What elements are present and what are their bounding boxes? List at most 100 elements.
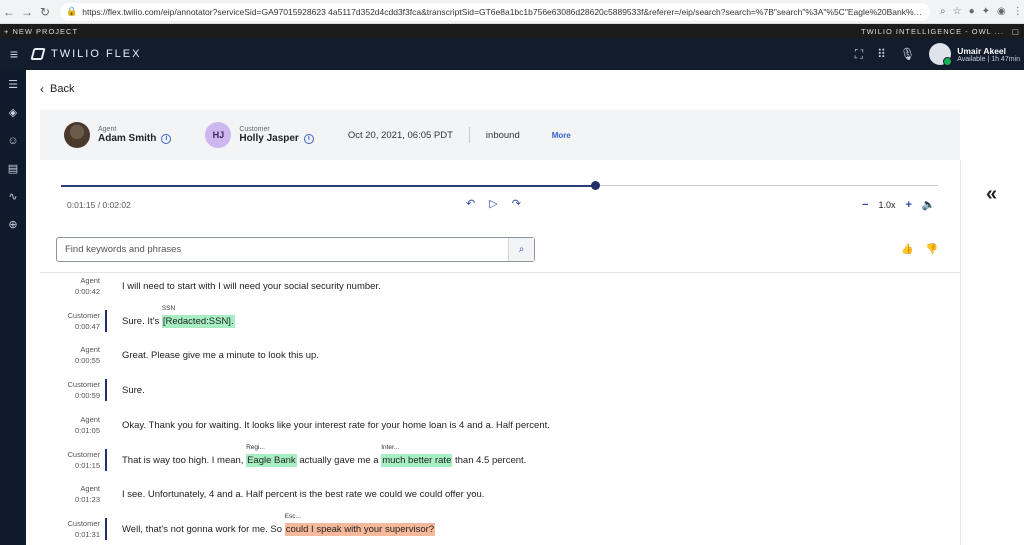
divider (40, 272, 960, 273)
timestamp: 0:00:59 (74, 391, 100, 401)
highlighted-phrase[interactable]: could I speak with your supervisor? Esc..… (284, 513, 436, 536)
transcript-row[interactable]: Customer 0:01:31 Well, that's not gonna wo… (40, 513, 960, 545)
utterance-segment: Sure. It's (122, 315, 162, 327)
speaker-label: Customer 0:01:31 (40, 518, 100, 540)
search-icon[interactable]: ⌕ (940, 6, 946, 17)
puzzle-icon[interactable]: ✦ (982, 6, 990, 17)
utterance-text: Sure. It's [Redacted:SSN]. SSN (122, 305, 235, 328)
intelligence-icon[interactable]: ⊕ (6, 218, 20, 232)
utterance-segment: Well, that's not gonna work for me. So (122, 523, 285, 535)
agent-name: Adam Smith (98, 133, 157, 144)
menu-dots-icon[interactable]: ⋮ (1013, 6, 1023, 17)
search-icon[interactable]: ⌕ (508, 238, 534, 261)
utterance-text: Great. Please give me a minute to look t… (122, 350, 319, 361)
time-readout: 0:01:15 / 0:02:02 (67, 200, 131, 210)
speaker-name: Customer (67, 449, 100, 459)
highlighted-phrase[interactable]: [Redacted:SSN]. SSN (161, 305, 235, 328)
collapse-panel-icon[interactable]: « (986, 183, 997, 206)
thumbs-up-icon[interactable]: 👍 (901, 244, 913, 255)
profile-icon[interactable]: ◉ (997, 6, 1006, 17)
user-status: Available | 1h 47min (957, 55, 1020, 63)
speaker-name: Customer (67, 380, 100, 390)
highlight-tag: SSN (161, 304, 176, 312)
speaker-label: Customer 0:01:15 (40, 449, 100, 471)
utterance-segment: That is way too high. I mean, (122, 454, 247, 466)
more-link[interactable]: More (552, 131, 571, 140)
brand: TWILIO FLEX (30, 48, 142, 60)
stack-icon[interactable]: ◈ (6, 106, 20, 120)
agent-role: Agent (98, 126, 117, 133)
volume-icon[interactable]: 🔈 (922, 198, 936, 211)
transcript-row[interactable]: Customer 0:01:15 That is way too high. I m… (40, 444, 960, 479)
thumbs-down-icon[interactable]: 👎 (925, 244, 937, 255)
speaker-label: Customer 0:00:59 (40, 379, 100, 401)
utterance-text: Okay. Thank you for waiting. It looks li… (122, 420, 550, 431)
rewind-icon[interactable]: ↶ (466, 197, 475, 210)
focus-icon[interactable]: ⛶ (855, 47, 863, 62)
user-menu[interactable]: Umair Akeel Available | 1h 47min (929, 43, 1020, 66)
highlighted-phrase[interactable]: Eagle Bank Regi... (246, 444, 297, 467)
microphone-icon[interactable]: 🎙 (900, 47, 915, 61)
utterance-segment: Sure. (122, 385, 145, 397)
audio-timeline[interactable] (61, 181, 938, 190)
timestamp: 0:01:05 (74, 425, 100, 435)
customer-marker (105, 448, 107, 471)
transcript-row[interactable]: Agent 0:01:05 Okay. Thank you for waiting.… (40, 414, 960, 444)
timestamp: 0:00:42 (74, 287, 100, 296)
layers-icon[interactable]: ☰ (6, 78, 20, 92)
contacts-icon[interactable]: ☺ (6, 134, 20, 148)
highlighted-phrase[interactable]: much better rate Inter... (381, 444, 453, 467)
info-icon[interactable]: i (161, 133, 172, 144)
hamburger-menu-icon[interactable]: ≡ (0, 46, 28, 62)
play-icon[interactable]: ▷ (489, 197, 497, 210)
dialpad-icon[interactable]: ⠿ (877, 47, 886, 61)
utterance-segment: I see. Unfortunately, 4 and a. Half perc… (122, 489, 485, 501)
avatar (929, 43, 953, 66)
transcript-row[interactable]: Customer 0:00:47 Sure. It's [Redacted:SSN]… (40, 305, 960, 340)
info-icon[interactable]: i (303, 133, 314, 144)
timeline-progress (61, 184, 596, 187)
transcript-row[interactable]: Agent 0:00:42 I will need to start with I … (40, 275, 960, 305)
url-text: https://flex.twilio.com/eip/annotator?se… (82, 6, 924, 17)
project-bar: + NEW PROJECT TWILIO INTELLIGENCE - OWL … (0, 24, 1024, 38)
waveform-icon[interactable]: ∿ (6, 190, 20, 204)
transcript-row[interactable]: Customer 0:00:59 Sure. (40, 379, 960, 409)
project-title: TWILIO INTELLIGENCE - OWL ... (861, 26, 1004, 36)
forward-arrow-icon[interactable]: → (18, 5, 36, 19)
lock-icon: 🔒 (66, 6, 78, 16)
star-icon[interactable]: ☆ (953, 6, 962, 17)
speaker-label: Customer 0:00:47 (40, 310, 100, 332)
main-content: ‹ Back Agent Adam Smith i HJ Customer Ho… (26, 70, 1024, 545)
speed-value: 1.0x (878, 199, 896, 210)
browser-toolbar: ← → ↻ 🔒 https://flex.twilio.com/eip/anno… (0, 0, 1024, 24)
speaker-name: Customer (67, 310, 100, 320)
speaker-name: Agent (80, 345, 100, 355)
forward-icon[interactable]: ↷ (512, 197, 521, 210)
speaker-label: Agent 0:00:42 (40, 275, 100, 297)
back-arrow-icon[interactable]: ← (0, 5, 18, 19)
plus-icon[interactable]: + (905, 199, 911, 211)
transcript-row[interactable]: Agent 0:00:55 Great. Please give me a minu… (40, 344, 960, 374)
extension-icon[interactable]: ● (969, 6, 975, 17)
dashboard-icon[interactable]: ▤ (6, 162, 20, 176)
reload-icon[interactable]: ↻ (36, 5, 54, 19)
expand-icon[interactable]: ▢ (1012, 27, 1020, 36)
speaker-label: Agent 0:01:23 (40, 483, 100, 505)
utterance-segment: actually gave me a (296, 454, 382, 466)
address-bar[interactable]: 🔒 https://flex.twilio.com/eip/annotator?… (60, 2, 930, 21)
utterance-text: That is way too high. I mean, Eagle Bank… (122, 444, 527, 467)
search-input[interactable] (57, 238, 508, 261)
timestamp: 0:00:55 (74, 356, 100, 366)
back-button[interactable]: ‹ Back (40, 82, 74, 96)
brand-name: TWILIO FLEX (51, 48, 142, 60)
timestamp: 0:01:15 (74, 460, 100, 470)
new-project-link[interactable]: + NEW PROJECT (4, 27, 78, 36)
highlight-tag: Esc... (284, 512, 301, 520)
utterance-text: I will need to start with I will need yo… (122, 281, 381, 292)
highlight-tag: Inter... (381, 443, 400, 451)
minus-icon[interactable]: − (862, 199, 868, 211)
utterance-segment: than 4.5 percent. (452, 454, 527, 466)
timeline-scrubber[interactable] (591, 181, 601, 190)
call-date: Oct 20, 2021, 06:05 PDT (347, 129, 453, 141)
transcript-row[interactable]: Agent 0:01:23 I see. Unfortunately, 4 and … (40, 483, 960, 513)
